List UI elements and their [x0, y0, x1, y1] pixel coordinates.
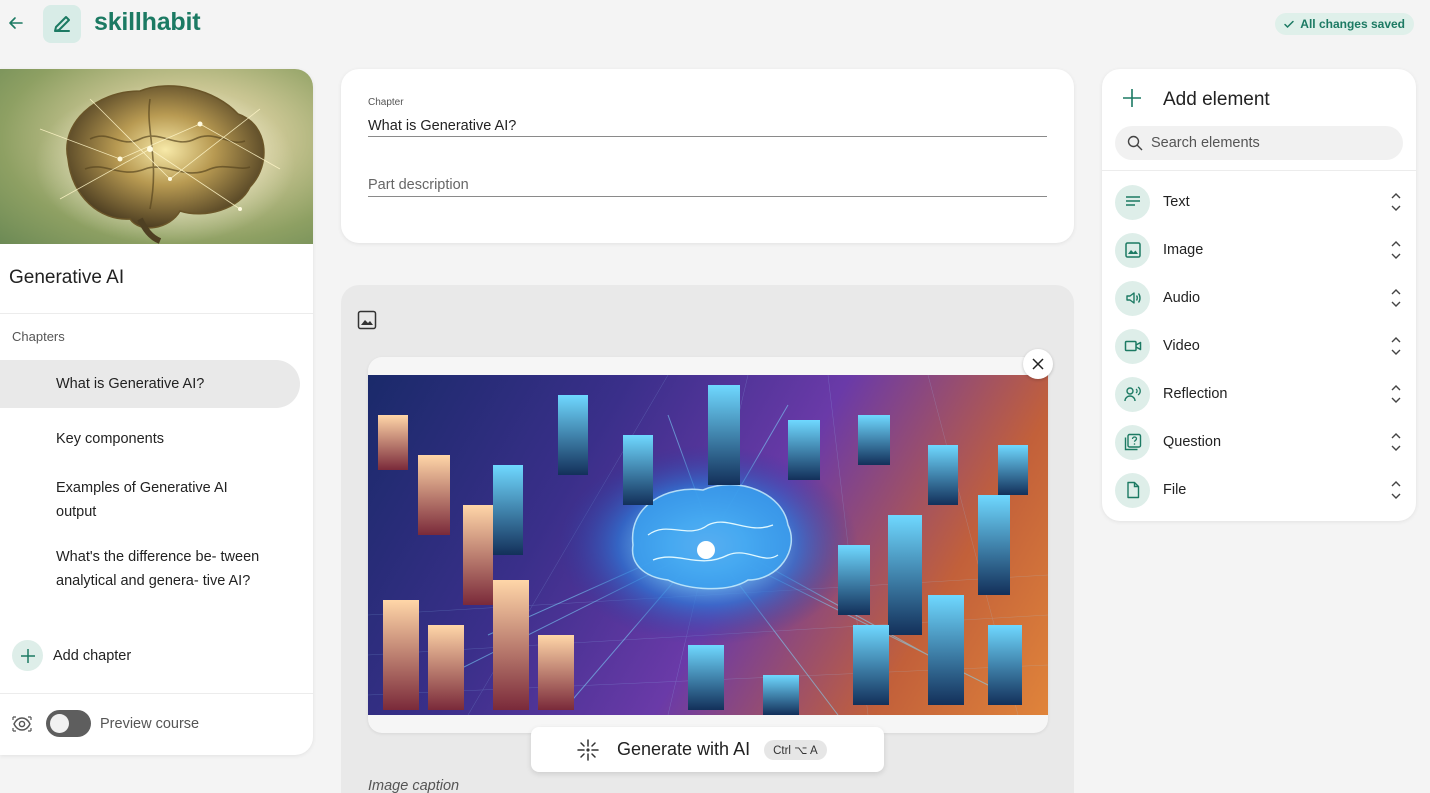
chapter-item[interactable]: What's the difference be- tween analytic… — [0, 545, 270, 593]
video-camera-icon — [1115, 328, 1150, 364]
chapter-label: Key components — [56, 431, 165, 447]
text-lines-icon — [1115, 184, 1150, 220]
top-bar: skillhabit All changes saved — [0, 0, 1430, 48]
sparkle-icon — [575, 737, 601, 763]
course-title[interactable]: Generative AI — [9, 267, 124, 289]
chapter-title-input[interactable] — [368, 115, 1047, 137]
course-cover-image — [0, 69, 313, 244]
chevron-up-down-icon[interactable] — [1387, 333, 1405, 359]
chapter-label: Examples of Generative AI output — [56, 480, 228, 520]
chapter-item[interactable]: Examples of Generative AI output — [0, 476, 260, 524]
element-item-audio[interactable]: Audio — [1115, 278, 1405, 318]
element-item-file[interactable]: File — [1115, 470, 1405, 510]
preview-toggle[interactable] — [46, 710, 91, 737]
chapter-field-label: Chapter — [368, 97, 404, 108]
plus-icon — [12, 640, 43, 671]
add-chapter-label: Add chapter — [53, 647, 132, 664]
save-status-text: All changes saved — [1300, 17, 1405, 31]
add-element-panel: Add element Text Image Audio Video — [1102, 69, 1416, 521]
question-icon — [1115, 424, 1150, 460]
element-item-video[interactable]: Video — [1115, 326, 1405, 366]
element-label: Reflection — [1163, 386, 1228, 402]
brand-logo: skillhabit — [94, 8, 201, 36]
generate-with-ai-button[interactable]: Generate with AI Ctrl ⌥ A — [531, 727, 884, 772]
element-item-image[interactable]: Image — [1115, 230, 1405, 270]
element-label: Question — [1163, 434, 1222, 450]
chapter-label: What is Generative AI? — [56, 376, 205, 392]
element-item-reflection[interactable]: Reflection — [1115, 374, 1405, 414]
image-icon — [1115, 232, 1150, 268]
divider — [1102, 170, 1416, 171]
image-icon — [357, 310, 377, 335]
element-label: Video — [1163, 338, 1200, 354]
reflection-icon — [1115, 376, 1150, 412]
element-label: Text — [1163, 194, 1190, 210]
element-item-question[interactable]: Question — [1115, 422, 1405, 462]
chevron-up-down-icon[interactable] — [1387, 237, 1405, 263]
eye-icon — [12, 715, 32, 732]
chapter-header-card: Chapter — [341, 69, 1074, 243]
logo-pencil-icon[interactable] — [43, 5, 81, 43]
uploaded-image[interactable] — [368, 375, 1048, 715]
image-caption-placeholder[interactable]: Image caption — [368, 778, 459, 793]
speaker-icon — [1115, 280, 1150, 316]
generate-with-ai-label: Generate with AI — [617, 739, 751, 759]
element-label: File — [1163, 482, 1187, 498]
image-frame — [368, 357, 1048, 733]
divider — [0, 693, 313, 694]
element-item-text[interactable]: Text — [1115, 182, 1405, 222]
chevron-up-down-icon[interactable] — [1387, 189, 1405, 215]
add-chapter-button[interactable]: Add chapter — [12, 640, 131, 671]
chevron-up-down-icon[interactable] — [1387, 477, 1405, 503]
file-icon — [1115, 472, 1150, 508]
part-description-input[interactable] — [368, 173, 1047, 197]
chapter-label: What's the difference be- tween analytic… — [56, 549, 260, 589]
chapters-heading: Chapters — [12, 329, 65, 344]
course-sidebar: Generative AI Chapters What is Generativ… — [0, 69, 313, 755]
search-elements-input[interactable] — [1151, 135, 1391, 151]
back-arrow-icon[interactable] — [6, 13, 26, 33]
image-block-card: Image caption — [341, 285, 1074, 793]
keyboard-shortcut-badge: Ctrl ⌥ A — [764, 739, 827, 760]
check-icon — [1284, 20, 1295, 29]
preview-course-label: Preview course — [100, 715, 200, 732]
element-search — [1115, 126, 1403, 160]
chapter-item-active[interactable]: What is Generative AI? — [0, 360, 300, 408]
element-label: Audio — [1163, 290, 1201, 306]
divider — [0, 313, 313, 314]
search-icon — [1127, 135, 1143, 151]
chevron-up-down-icon[interactable] — [1387, 429, 1405, 455]
save-status-badge: All changes saved — [1275, 13, 1414, 35]
chevron-up-down-icon[interactable] — [1387, 285, 1405, 311]
plus-icon[interactable] — [1122, 88, 1142, 113]
close-icon[interactable] — [1023, 349, 1053, 379]
element-label: Image — [1163, 242, 1204, 258]
chevron-up-down-icon[interactable] — [1387, 381, 1405, 407]
preview-course-row: Preview course — [12, 710, 199, 737]
chapter-item[interactable]: Key components — [0, 427, 300, 451]
add-element-title: Add element — [1163, 89, 1270, 110]
